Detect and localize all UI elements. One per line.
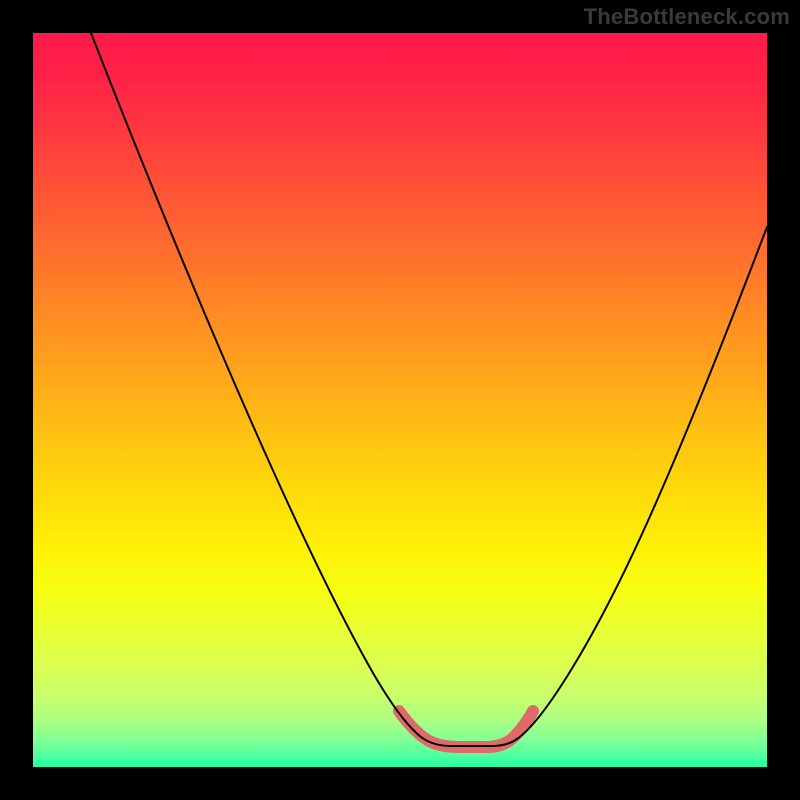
plot-area <box>33 33 767 767</box>
watermark-text: TheBottleneck.com <box>584 4 790 30</box>
curve-main <box>91 33 767 746</box>
chart-frame: TheBottleneck.com <box>0 0 800 800</box>
curve-layer <box>33 33 767 767</box>
